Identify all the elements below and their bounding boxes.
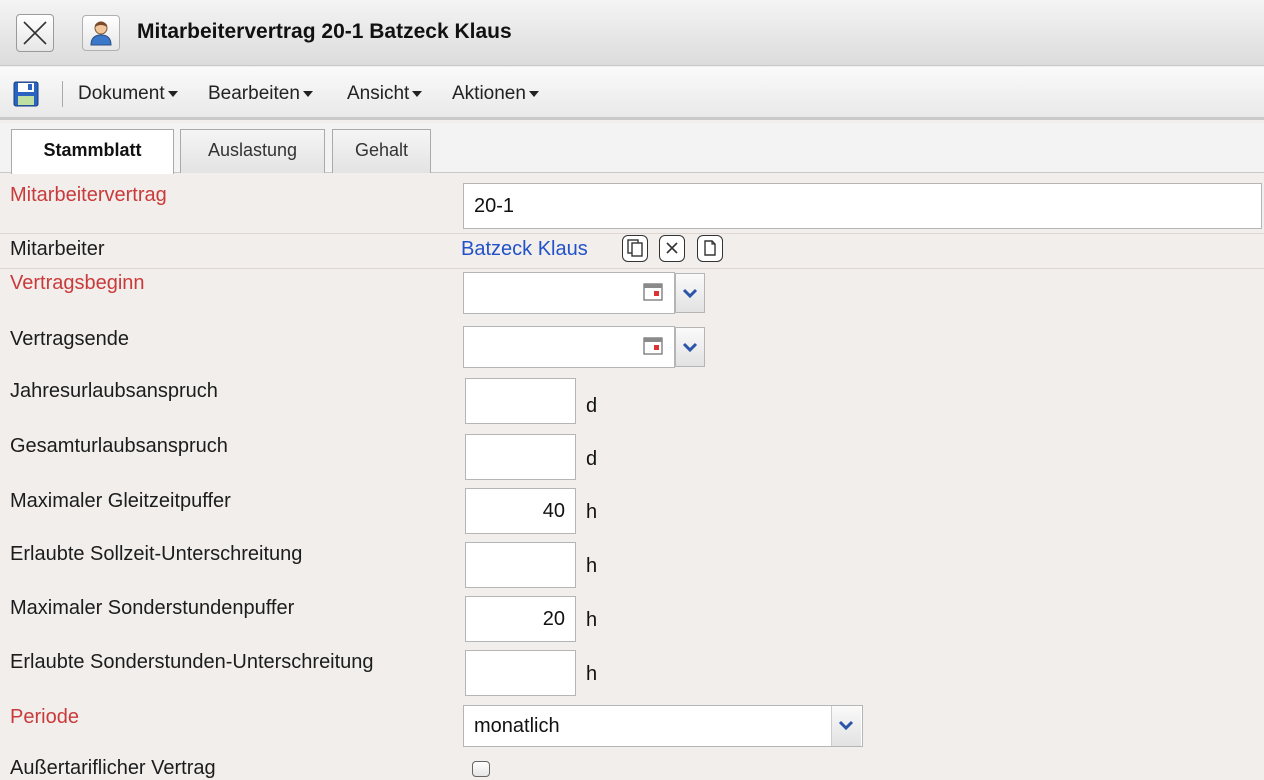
- sollzeit-unterschreitung-input[interactable]: [465, 542, 576, 588]
- chevron-down-icon: [682, 342, 698, 353]
- tab-bar: Stammblatt Auslastung Gehalt: [0, 123, 1264, 174]
- unit-hours: h: [586, 501, 598, 523]
- unit-hours: h: [586, 555, 598, 577]
- copy-button[interactable]: [622, 235, 648, 262]
- menu-dokument[interactable]: Dokument: [78, 83, 178, 105]
- gesamturlaubsanspruch-input[interactable]: [465, 434, 576, 480]
- copy-icon: [627, 239, 643, 257]
- menu-bearbeiten[interactable]: Bearbeiten: [208, 83, 313, 105]
- mitarbeiter-link[interactable]: Batzeck Klaus: [461, 238, 588, 261]
- close-icon: [23, 21, 47, 45]
- mitarbeitervertrag-input[interactable]: 20-1: [463, 183, 1262, 229]
- label-sonderstundenpuffer: Maximaler Sonderstundenpuffer: [10, 597, 295, 619]
- user-button[interactable]: [82, 15, 120, 51]
- label-mitarbeitervertrag: Mitarbeitervertrag: [10, 184, 167, 206]
- label-periode: Periode: [10, 706, 79, 728]
- label-gleitzeitpuffer: Maximaler Gleitzeitpuffer: [10, 490, 231, 512]
- caret-down-icon: [302, 90, 313, 97]
- label-gesamturlaubsanspruch: Gesamturlaubsanspruch: [10, 435, 228, 457]
- tab-gehalt[interactable]: Gehalt: [332, 129, 431, 173]
- jahresurlaubsanspruch-input[interactable]: [465, 378, 576, 424]
- chevron-down-icon: [682, 288, 698, 299]
- sonderstundenpuffer-input[interactable]: 20: [465, 596, 576, 642]
- tab-stammblatt[interactable]: Stammblatt: [11, 129, 174, 174]
- unit-hours: h: [586, 609, 598, 631]
- open-document-button[interactable]: [697, 235, 723, 262]
- label-sonderstunden-unterschreitung: Erlaubte Sonderstunden-Unterschreitung: [10, 651, 374, 673]
- caret-down-icon: [412, 90, 423, 97]
- label-aussertariflich: Außertariflicher Vertrag: [10, 757, 216, 779]
- vertragsbeginn-dropdown[interactable]: [675, 273, 705, 313]
- label-vertragsbeginn: Vertragsbeginn: [10, 272, 145, 294]
- label-mitarbeiter: Mitarbeiter: [10, 238, 105, 260]
- periode-select[interactable]: monatlich: [463, 705, 863, 747]
- close-button[interactable]: [16, 14, 54, 52]
- label-jahresurlaubsanspruch: Jahresurlaubsanspruch: [10, 380, 218, 402]
- gleitzeitpuffer-input[interactable]: 40: [465, 488, 576, 534]
- title-bar: Mitarbeitervertrag 20-1 Batzeck Klaus: [0, 0, 1264, 66]
- window-title: Mitarbeitervertrag 20-1 Batzeck Klaus: [137, 20, 512, 43]
- unit-days: d: [586, 448, 598, 470]
- calendar-icon[interactable]: [639, 328, 669, 366]
- chevron-down-icon: [838, 720, 854, 731]
- row-divider: [0, 233, 1264, 234]
- menu-separator: [62, 81, 63, 107]
- caret-down-icon: [528, 90, 539, 97]
- unit-hours: h: [586, 663, 598, 685]
- label-sollzeit-unterschreitung: Erlaubte Sollzeit-Unterschreitung: [10, 543, 303, 565]
- menu-ansicht[interactable]: Ansicht: [347, 83, 423, 105]
- aussertariflich-checkbox[interactable]: [472, 761, 490, 777]
- user-icon: [90, 21, 112, 46]
- document-icon: [704, 240, 716, 256]
- unit-days: d: [586, 395, 598, 417]
- sonderstunden-unterschreitung-input[interactable]: [465, 650, 576, 696]
- calendar-icon[interactable]: [639, 274, 669, 312]
- row-divider: [0, 268, 1264, 269]
- vertragsende-dropdown[interactable]: [675, 327, 705, 367]
- tab-auslastung[interactable]: Auslastung: [180, 129, 325, 173]
- menu-bar: Dokument Bearbeiten Ansicht Aktionen: [0, 67, 1264, 120]
- save-icon[interactable]: [13, 81, 39, 107]
- label-vertragsende: Vertragsende: [10, 328, 129, 350]
- menu-aktionen[interactable]: Aktionen: [452, 83, 539, 105]
- caret-down-icon: [167, 90, 178, 97]
- periode-dropdown[interactable]: [831, 706, 861, 746]
- close-icon: [666, 242, 678, 254]
- clear-button[interactable]: [659, 235, 685, 262]
